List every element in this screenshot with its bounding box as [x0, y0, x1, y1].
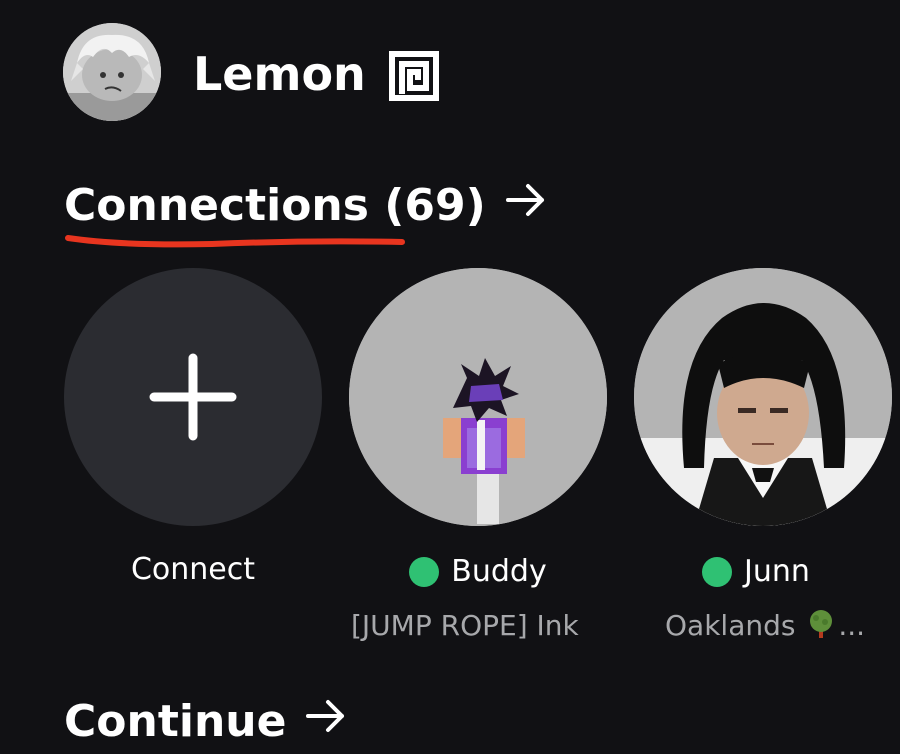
profile-username: Lemon — [193, 47, 366, 101]
continue-title: Continue — [64, 696, 287, 747]
connection-name-row-junn[interactable]: Junn — [634, 552, 900, 592]
connections-heading[interactable]: Connections (69) — [64, 178, 548, 234]
connect-button[interactable] — [64, 268, 322, 526]
connection-name: Buddy — [451, 554, 547, 589]
connection-avatar-buddy[interactable] — [349, 268, 607, 526]
connections-title: Connections (69) — [64, 180, 486, 231]
connect-label: Connect — [130, 552, 256, 587]
junn-avatar-image — [634, 268, 892, 526]
buddy-avatar-image — [349, 268, 607, 526]
connection-avatar-junn[interactable] — [634, 268, 892, 526]
arrow-right-icon — [304, 694, 348, 750]
connection-name-row-buddy[interactable]: Buddy — [349, 552, 607, 592]
connection-activity-junn[interactable]: Oaklands ... — [665, 608, 900, 648]
connection-activity[interactable]: [JUMP ROPE] Ink — [351, 608, 579, 644]
ellipsis: ... — [838, 609, 866, 642]
online-status-icon — [409, 557, 440, 587]
tree-icon — [806, 609, 836, 648]
profile-avatar[interactable] — [63, 23, 161, 121]
continue-heading[interactable]: Continue — [64, 694, 348, 750]
arrow-right-icon — [504, 178, 548, 234]
connection-name: Junn — [744, 554, 810, 589]
verified-badge-icon — [386, 48, 442, 104]
red-underline-annotation — [62, 228, 408, 258]
online-status-icon — [702, 557, 732, 587]
connection-activity: Oaklands — [665, 609, 796, 642]
avatar-image — [63, 23, 161, 121]
plus-icon — [148, 352, 238, 442]
